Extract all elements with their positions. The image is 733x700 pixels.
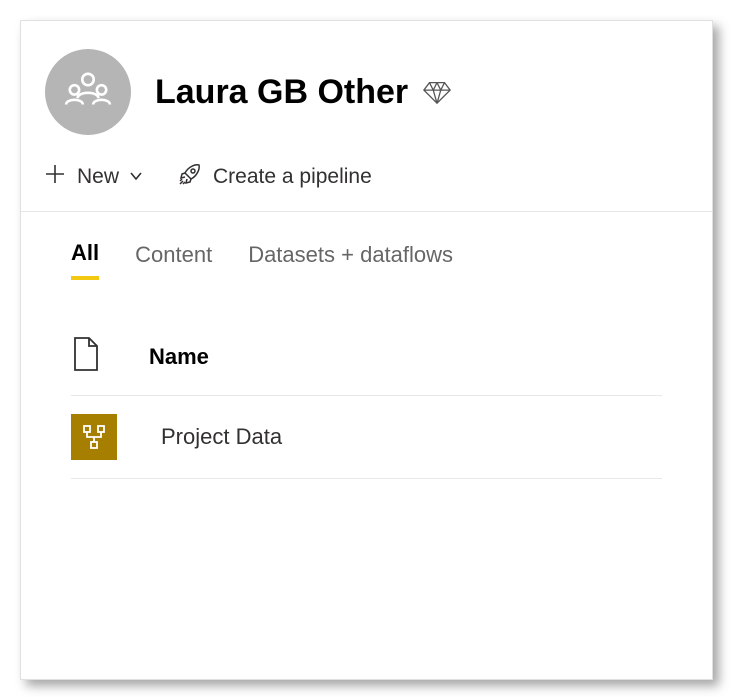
workspace-avatar (45, 49, 131, 135)
dataflow-icon (71, 414, 117, 460)
premium-diamond-icon (422, 77, 452, 107)
new-button-label: New (77, 165, 119, 189)
tab-content[interactable]: Content (135, 240, 212, 280)
chevron-down-icon (129, 165, 143, 189)
tab-datasets-dataflows[interactable]: Datasets + dataflows (248, 240, 453, 280)
create-pipeline-label: Create a pipeline (213, 165, 372, 189)
tabs: All Content Datasets + dataflows (21, 212, 712, 280)
create-pipeline-button[interactable]: Create a pipeline (177, 161, 372, 193)
content-table: Name Project Data (21, 280, 712, 479)
workspace-panel: Laura GB Other New (20, 20, 713, 680)
people-icon (63, 67, 113, 117)
tab-all[interactable]: All (71, 240, 99, 280)
workspace-header: Laura GB Other (21, 21, 712, 153)
file-icon (71, 336, 101, 377)
new-button[interactable]: New (43, 162, 143, 192)
page-title: Laura GB Other (155, 73, 408, 112)
plus-icon (43, 162, 67, 192)
row-item-name: Project Data (161, 424, 282, 450)
column-header-name[interactable]: Name (149, 344, 209, 370)
toolbar: New Create a pipeline (21, 153, 712, 212)
rocket-icon (177, 161, 203, 193)
workspace-title-wrap: Laura GB Other (155, 73, 452, 112)
table-header: Name (71, 336, 662, 396)
table-row[interactable]: Project Data (71, 396, 662, 479)
